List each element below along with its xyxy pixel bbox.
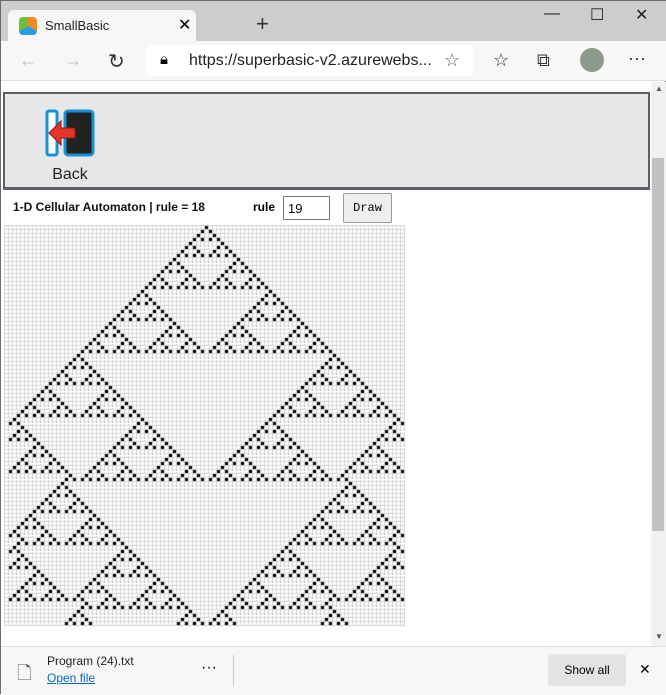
back-button[interactable]: Back [45,109,95,183]
more-menu-button[interactable]: ··· [628,48,646,69]
maximize-button[interactable]: ☐ [590,5,604,25]
divider [233,655,234,687]
window-close-button[interactable]: ✕ [635,5,648,25]
rule-label: rule [253,200,276,214]
draw-button[interactable]: Draw [343,193,392,223]
favorites-icon[interactable]: ☆ [493,50,509,71]
collections-icon[interactable]: ⧉ [537,50,550,71]
refresh-icon[interactable]: ↻ [108,49,125,74]
rule-input[interactable] [283,196,330,220]
back-door-arrow-icon [45,109,95,157]
browser-tab[interactable]: SmallBasic ✕ [8,10,196,42]
scrollbar-thumb[interactable] [652,158,664,531]
url-text: https://superbasic-v2.azurewebs... [189,52,432,69]
minimize-button[interactable]: — [544,5,560,23]
favorite-star-icon[interactable]: ☆ [444,50,460,71]
address-bar[interactable]: 🔒︎ https://superbasic-v2.azurewebs... ☆ [146,45,473,76]
show-all-button[interactable]: Show all [548,654,626,686]
back-label: Back [52,166,88,183]
new-tab-button[interactable]: + [256,11,269,37]
back-arrow-icon[interactable]: ← [19,50,37,71]
tab-title: SmallBasic [45,18,110,33]
automaton-title: 1-D Cellular Automaton | rule = 18 [13,200,205,214]
header-bar: Back [3,92,650,190]
smallbasic-favicon-icon [19,17,37,35]
download-filename: Program (24).txt [47,654,134,668]
forward-arrow-icon[interactable]: → [64,50,82,71]
close-download-bar-button[interactable]: ✕ [639,661,651,678]
automaton-grid [4,225,405,626]
download-more-button[interactable]: ··· [201,659,217,677]
download-bar: 🗋 Program (24).txt Open file ··· Show al… [1,646,666,695]
open-file-link[interactable]: Open file [47,671,95,685]
lock-icon: 🔒︎ [160,51,168,68]
profile-avatar[interactable] [580,48,604,72]
file-icon: 🗋 [17,663,32,683]
close-tab-icon[interactable]: ✕ [178,15,191,35]
